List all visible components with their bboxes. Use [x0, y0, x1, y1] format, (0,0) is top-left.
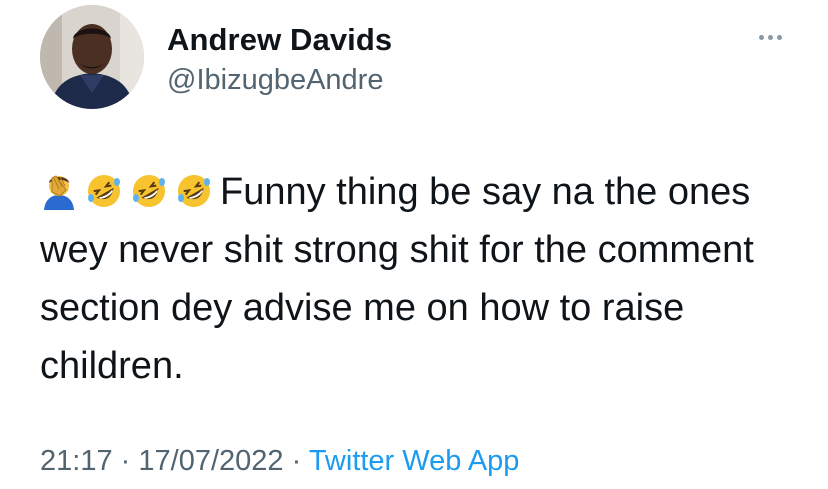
tweet-source-link[interactable]: Twitter Web App — [309, 445, 520, 477]
meta-separator: · — [291, 445, 302, 477]
more-options-icon[interactable] — [752, 27, 788, 47]
face-palm-icon — [40, 172, 78, 210]
author-handle[interactable]: @IbizugbeAndre — [167, 64, 383, 97]
avatar-photo — [40, 5, 144, 109]
tweet-meta: 21:17 · 17/07/2022 · Twitter Web App — [40, 445, 519, 478]
tweet-card: Andrew Davids @IbizugbeAndre Funny thing… — [0, 0, 828, 489]
rolling-laughing-icon — [175, 172, 213, 210]
rolling-laughing-icon — [85, 172, 123, 210]
rolling-laughing-icon — [130, 172, 168, 210]
author-name[interactable]: Andrew Davids — [167, 22, 392, 58]
tweet-text: Funny thing be say na the ones wey never… — [40, 163, 810, 395]
meta-separator: · — [120, 445, 131, 477]
tweet-time[interactable]: 21:17 — [40, 445, 113, 477]
avatar[interactable] — [40, 5, 144, 109]
tweet-date[interactable]: 17/07/2022 — [138, 445, 283, 477]
